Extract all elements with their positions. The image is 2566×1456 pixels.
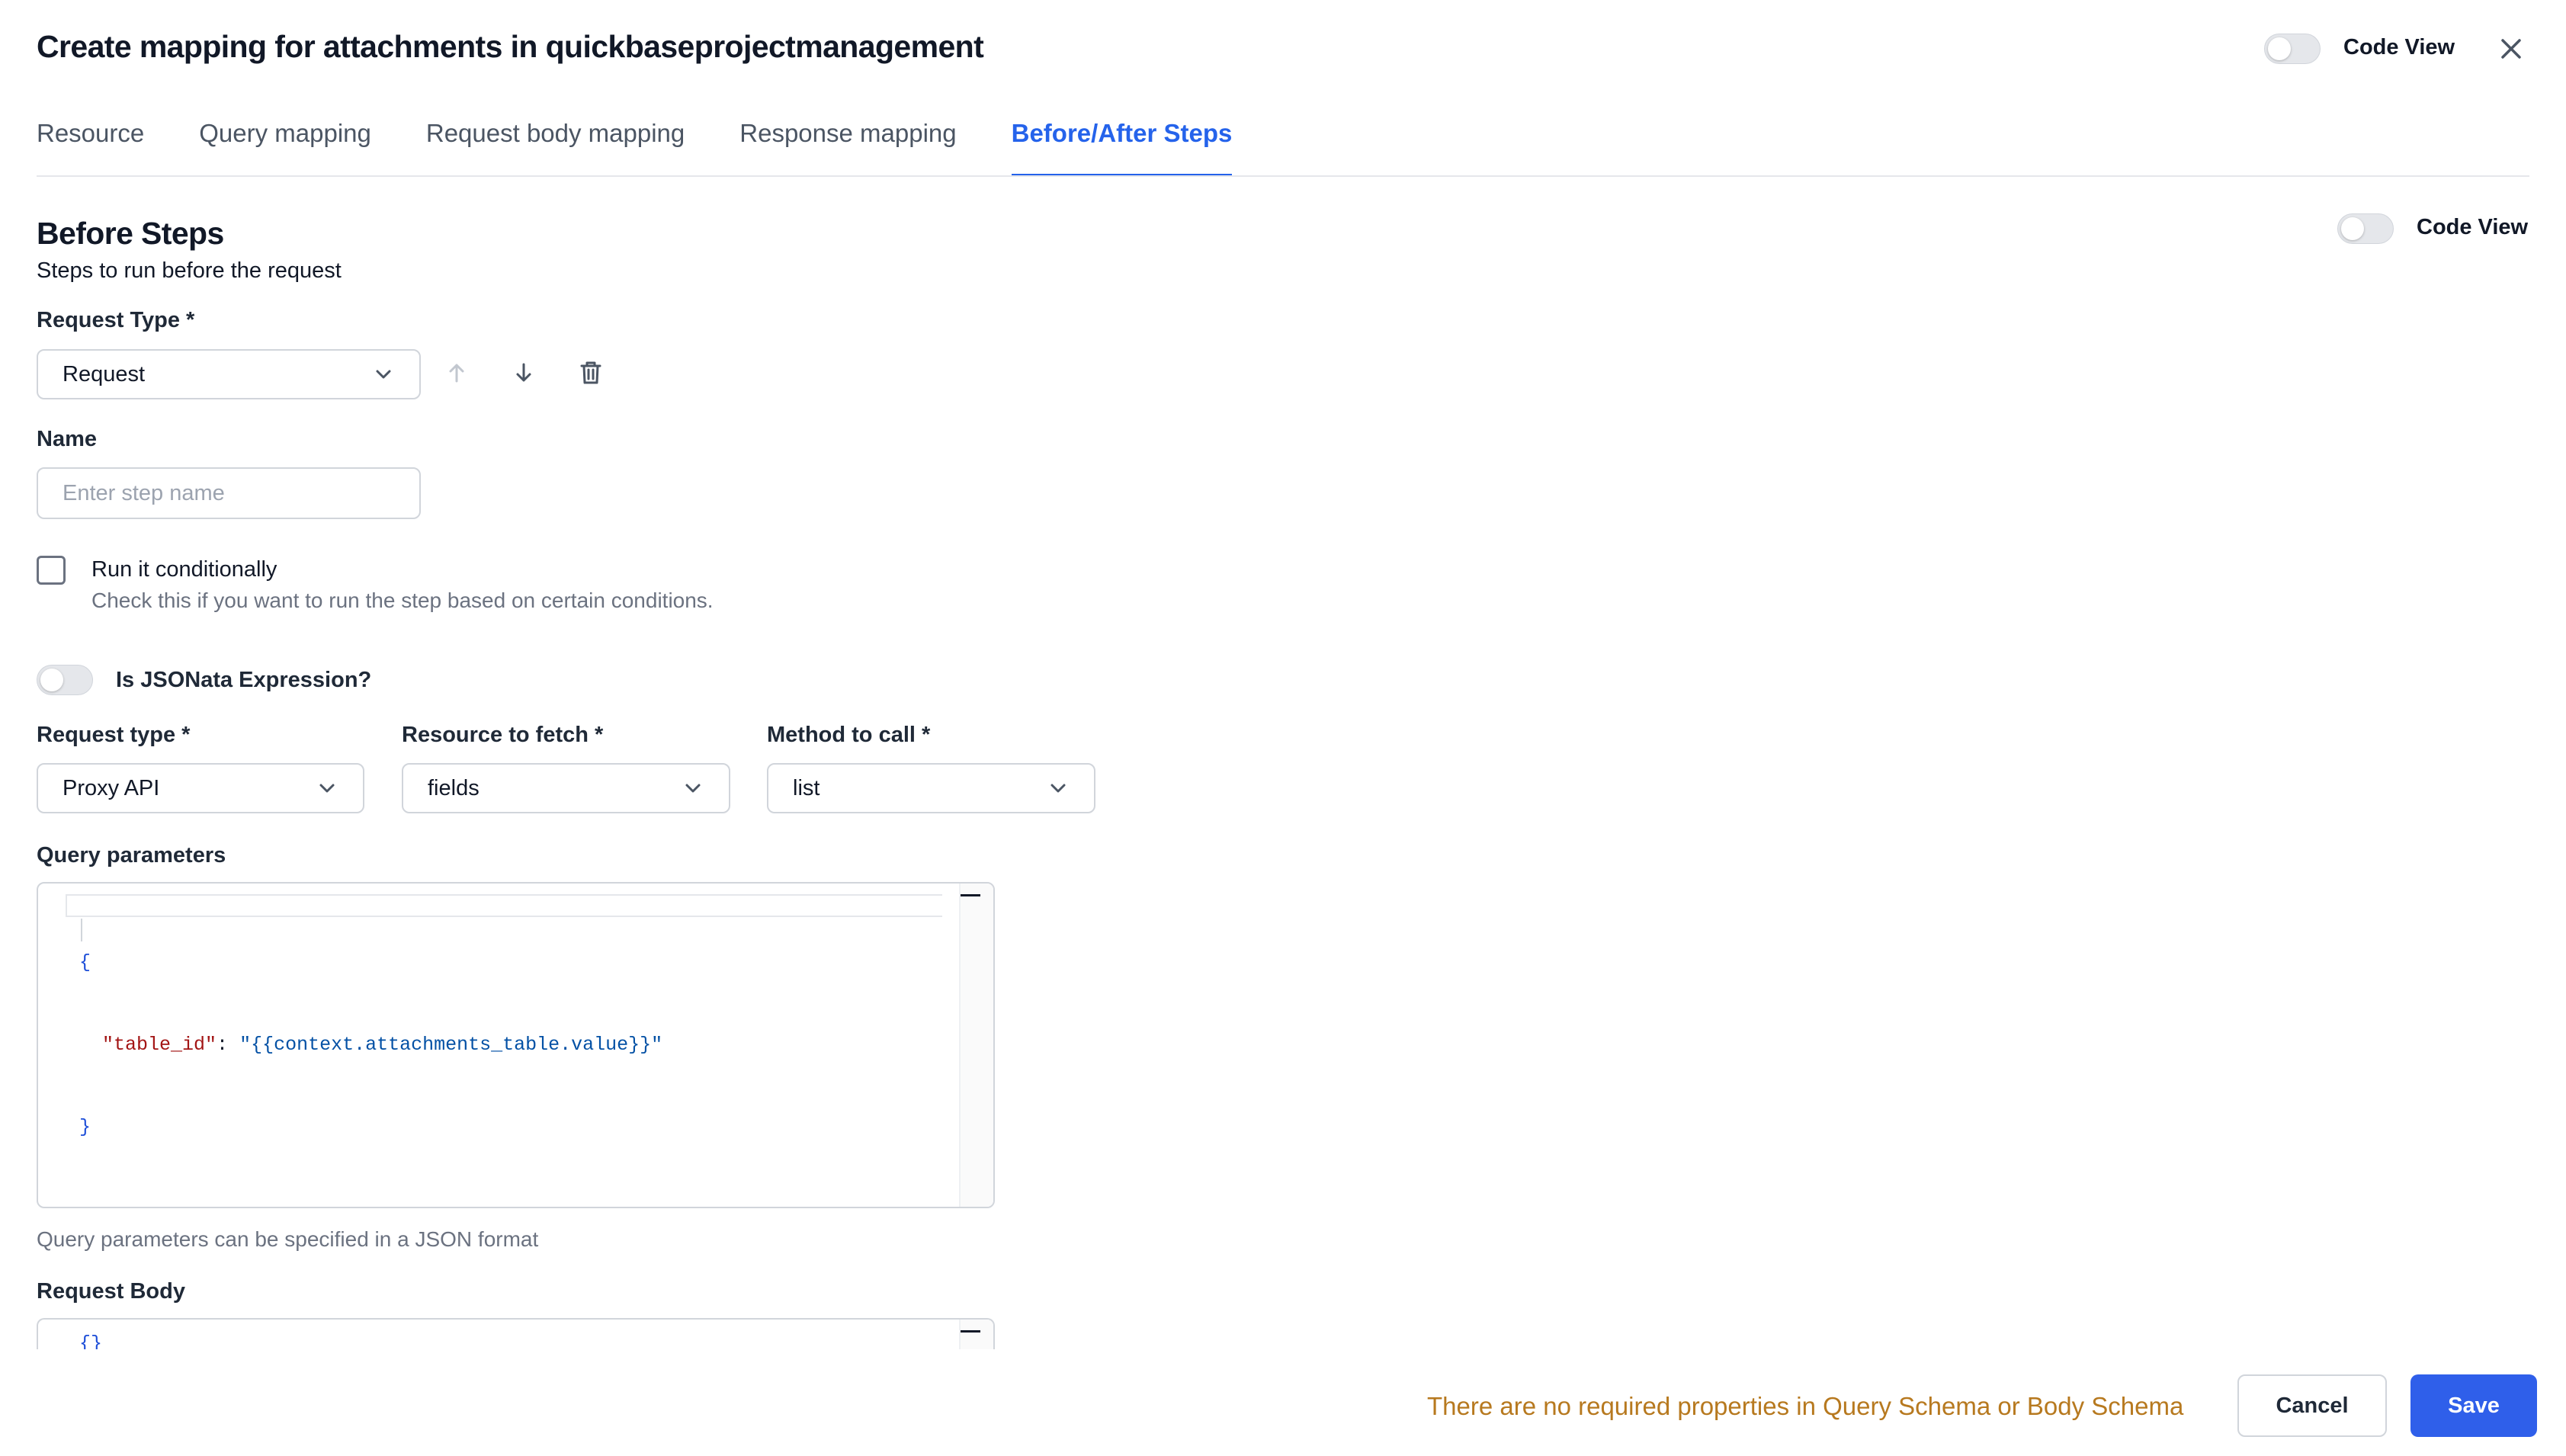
move-up-button[interactable]: [440, 356, 473, 390]
move-down-button[interactable]: [507, 356, 540, 390]
request-type-value: Request: [63, 361, 146, 386]
query-parameters-editor[interactable]: { "table_id": "{{context.attachments_tab…: [37, 882, 995, 1208]
modal-title: Create mapping for attachments in quickb…: [37, 29, 984, 64]
resource-to-fetch-value: fields: [428, 775, 480, 800]
arrow-up-icon: [449, 364, 464, 383]
tab-response-mapping[interactable]: Response mapping: [739, 114, 956, 172]
method-to-call-label: Method to call *: [767, 723, 931, 747]
tab-query-mapping[interactable]: Query mapping: [199, 114, 371, 172]
method-to-call-value: list: [793, 775, 820, 800]
toggle-knob: [2341, 217, 2364, 240]
editor-scrollbar[interactable]: [961, 884, 993, 1207]
jsonata-label: Is JSONata Expression?: [116, 668, 372, 692]
tab-before-after-steps[interactable]: Before/After Steps: [1011, 114, 1233, 177]
resource-to-fetch-select[interactable]: fields: [402, 763, 730, 813]
tab-bar: Resource Query mapping Request body mapp…: [37, 114, 1287, 177]
section-code-view-label: Code View: [2417, 215, 2529, 239]
request-type2-label: Request type *: [37, 723, 191, 747]
jsonata-toggle[interactable]: [37, 665, 93, 695]
run-conditionally-checkbox[interactable]: [37, 556, 66, 585]
run-conditionally-help: Check this if you want to run the step b…: [91, 588, 714, 612]
code-value: "{{context.attachments_table.value}}": [239, 1034, 663, 1056]
delete-step-button[interactable]: [574, 356, 608, 390]
header-code-view-toggle[interactable]: [2264, 34, 2321, 64]
section-subtitle: Steps to run before the request: [37, 258, 342, 283]
save-button[interactable]: Save: [2410, 1374, 2537, 1437]
code-open-brace: {: [79, 951, 91, 973]
step-name-input[interactable]: [37, 467, 421, 519]
toggle-knob: [40, 669, 63, 691]
section-code-view-toggle[interactable]: [2337, 213, 2394, 244]
query-parameters-helper: Query parameters can be specified in a J…: [37, 1227, 539, 1251]
section-title: Before Steps: [37, 216, 224, 251]
request-type-select[interactable]: Request: [37, 349, 421, 399]
request-type2-select[interactable]: Proxy API: [37, 763, 364, 813]
method-to-call-select[interactable]: list: [767, 763, 1095, 813]
chevron-down-icon: [1050, 784, 1066, 793]
run-conditionally-label: Run it conditionally: [91, 557, 277, 582]
minimap-marker: [961, 1330, 980, 1333]
request-type-label: Request Type *: [37, 308, 195, 332]
name-label: Name: [37, 427, 97, 451]
editor-code: { "table_id": "{{context.attachments_tab…: [79, 894, 662, 1196]
trash-icon: [580, 361, 601, 384]
toggle-knob: [2268, 37, 2291, 60]
minimap-marker: [961, 894, 980, 896]
chevron-down-icon: [685, 784, 701, 793]
chevron-down-icon: [319, 784, 335, 793]
arrow-down-icon: [516, 363, 531, 382]
close-button[interactable]: [2496, 34, 2526, 64]
chevron-down-icon: [376, 370, 391, 379]
request-type2-value: Proxy API: [63, 775, 160, 800]
code-key: "table_id": [102, 1034, 217, 1056]
request-body-label: Request Body: [37, 1279, 185, 1304]
resource-to-fetch-label: Resource to fetch *: [402, 723, 604, 747]
code-close-brace: }: [79, 1116, 91, 1138]
cancel-button[interactable]: Cancel: [2237, 1374, 2387, 1437]
header-code-view-label: Code View: [2343, 35, 2455, 59]
tab-divider: [37, 175, 2529, 177]
footer-message: There are no required properties in Quer…: [1427, 1392, 2184, 1420]
code-colon: :: [217, 1034, 240, 1056]
tab-resource[interactable]: Resource: [37, 114, 144, 172]
close-icon: [2501, 39, 2521, 59]
tab-request-body-mapping[interactable]: Request body mapping: [426, 114, 685, 172]
query-parameters-label: Query parameters: [37, 843, 226, 868]
